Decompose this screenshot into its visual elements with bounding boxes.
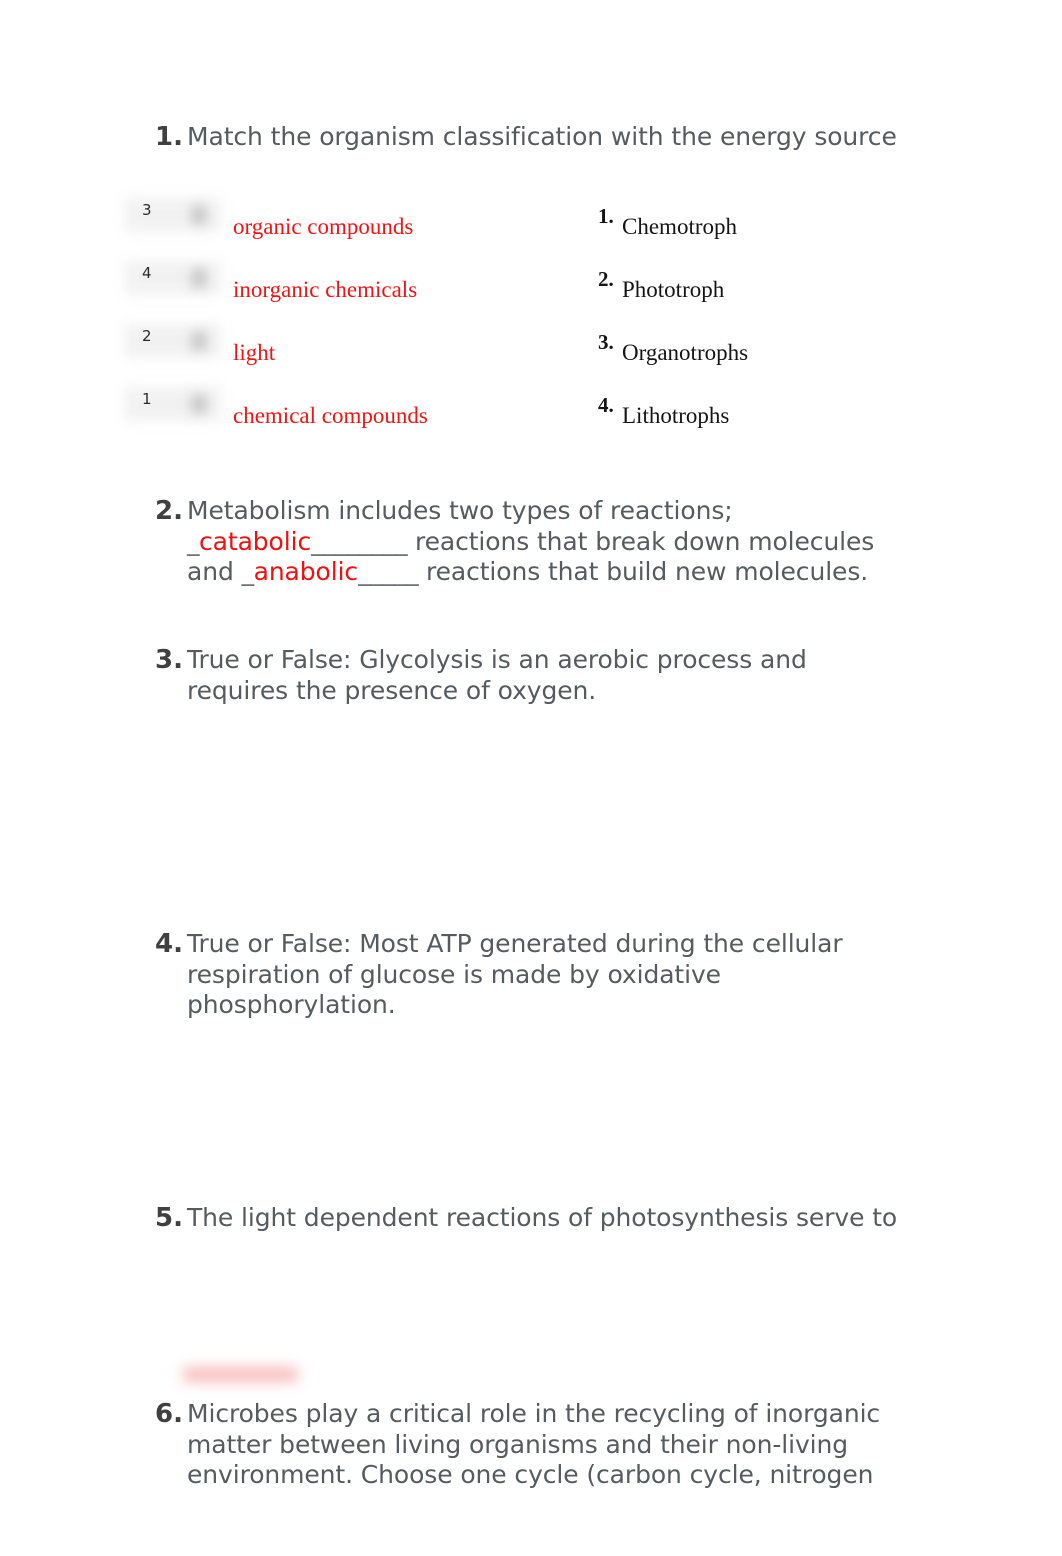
question-2-line-2-tail: reactions that break down molecules: [407, 526, 875, 556]
chevron-down-icon: [192, 332, 206, 350]
question-2-line-2: _catabolic________ reactions that break …: [187, 527, 874, 558]
blank-close: _____: [358, 557, 419, 586]
answer-value: 2: [142, 327, 152, 345]
question-5-line-1: The light dependent reactions of photosy…: [187, 1203, 898, 1232]
question-1-text: Match the organism classification with t…: [187, 122, 897, 153]
question-5: 5. The light dependent reactions of phot…: [155, 1203, 985, 1234]
question-4-number: 4.: [155, 929, 183, 959]
blank-close: ________: [311, 526, 408, 556]
question-2-line-3-tail: reactions that build new molecules.: [418, 557, 869, 586]
question-2-line-3-head: and: [187, 557, 242, 586]
question-2-line-1: Metabolism includes two types of reactio…: [187, 496, 733, 525]
question-3-line-2: requires the presence of oxygen.: [187, 675, 597, 705]
question-4-line-3: phosphorylation.: [187, 990, 396, 1019]
answer-value: 3: [142, 201, 152, 219]
question-6-text: Microbes play a critical role in the rec…: [187, 1399, 880, 1491]
answer-dropdown[interactable]: [125, 324, 221, 358]
answer-anabolic: anabolic: [253, 557, 359, 586]
blank-open: _: [241, 557, 255, 586]
answer-value: 4: [142, 264, 152, 282]
chevron-down-icon: [192, 395, 206, 413]
question-2-number: 2.: [155, 496, 183, 526]
question-4-line-1: True or False: Most ATP generated during…: [187, 929, 843, 958]
answer-dropdown[interactable]: [125, 198, 221, 232]
answer-dropdown[interactable]: [125, 261, 221, 295]
question-6: 6. Microbes play a critical role in the …: [155, 1399, 985, 1491]
matching-term: light: [233, 340, 276, 365]
document-page: 1. Match the organism classification wit…: [0, 0, 1062, 1556]
blank-open: _: [187, 526, 200, 556]
question-4-text: True or False: Most ATP generated during…: [187, 929, 843, 1021]
matching-term: inorganic chemicals: [233, 277, 418, 302]
matching-row: 2 light 3. Organotrophs: [0, 324, 1062, 380]
matching-option-label: Chemotroph: [622, 214, 737, 239]
matching-option-label: Lithotrophs: [622, 403, 730, 428]
chevron-down-icon: [192, 206, 206, 224]
question-6-line-3: environment. Choose one cycle (carbon cy…: [187, 1460, 874, 1489]
question-6-line-2: matter between living organisms and thei…: [187, 1429, 849, 1459]
matching-exercise: 3 organic compounds 1. Chemotroph 4 inor…: [0, 190, 1062, 440]
question-4: 4. True or False: Most ATP generated dur…: [155, 929, 985, 1021]
matching-row: 3 organic compounds 1. Chemotroph: [0, 198, 1062, 254]
question-3: 3. True or False: Glycolysis is an aerob…: [155, 645, 985, 706]
matching-term: organic compounds: [233, 214, 414, 239]
question-4-line-2: respiration of glucose is made by oxidat…: [187, 959, 721, 989]
chevron-down-icon: [192, 269, 206, 287]
redacted-mark: [183, 1368, 298, 1381]
matching-row: 1 chemical compounds 4. Lithotrophs: [0, 387, 1062, 443]
question-6-number: 6.: [155, 1399, 183, 1429]
matching-option-number: 4.: [598, 393, 614, 417]
question-2-line-3: and _anabolic_____ reactions that build …: [187, 557, 874, 588]
question-6-line-1: Microbes play a critical role in the rec…: [187, 1399, 881, 1428]
question-5-number: 5.: [155, 1203, 183, 1233]
question-2: 2. Metabolism includes two types of reac…: [155, 496, 985, 588]
matching-option-number: 3.: [598, 330, 614, 354]
answer-dropdown[interactable]: [125, 387, 221, 421]
question-5-text: The light dependent reactions of photosy…: [187, 1203, 897, 1234]
question-2-text: Metabolism includes two types of reactio…: [187, 496, 874, 588]
matching-row: 4 inorganic chemicals 2. Phototroph: [0, 261, 1062, 317]
matching-term: chemical compounds: [233, 403, 428, 428]
question-1-number: 1.: [155, 122, 183, 152]
question-3-text: True or False: Glycolysis is an aerobic …: [187, 645, 807, 706]
question-1: 1. Match the organism classification wit…: [155, 122, 975, 153]
matching-option-number: 2.: [598, 267, 614, 291]
question-1-line-1: Match the organism classification with t…: [187, 122, 897, 151]
answer-catabolic: catabolic: [199, 526, 312, 556]
matching-option-label: Phototroph: [622, 277, 725, 302]
question-3-line-1: True or False: Glycolysis is an aerobic …: [187, 645, 807, 674]
matching-option-label: Organotrophs: [622, 340, 749, 365]
answer-value: 1: [142, 390, 152, 408]
matching-option-number: 1.: [598, 204, 614, 228]
question-3-number: 3.: [155, 645, 183, 675]
